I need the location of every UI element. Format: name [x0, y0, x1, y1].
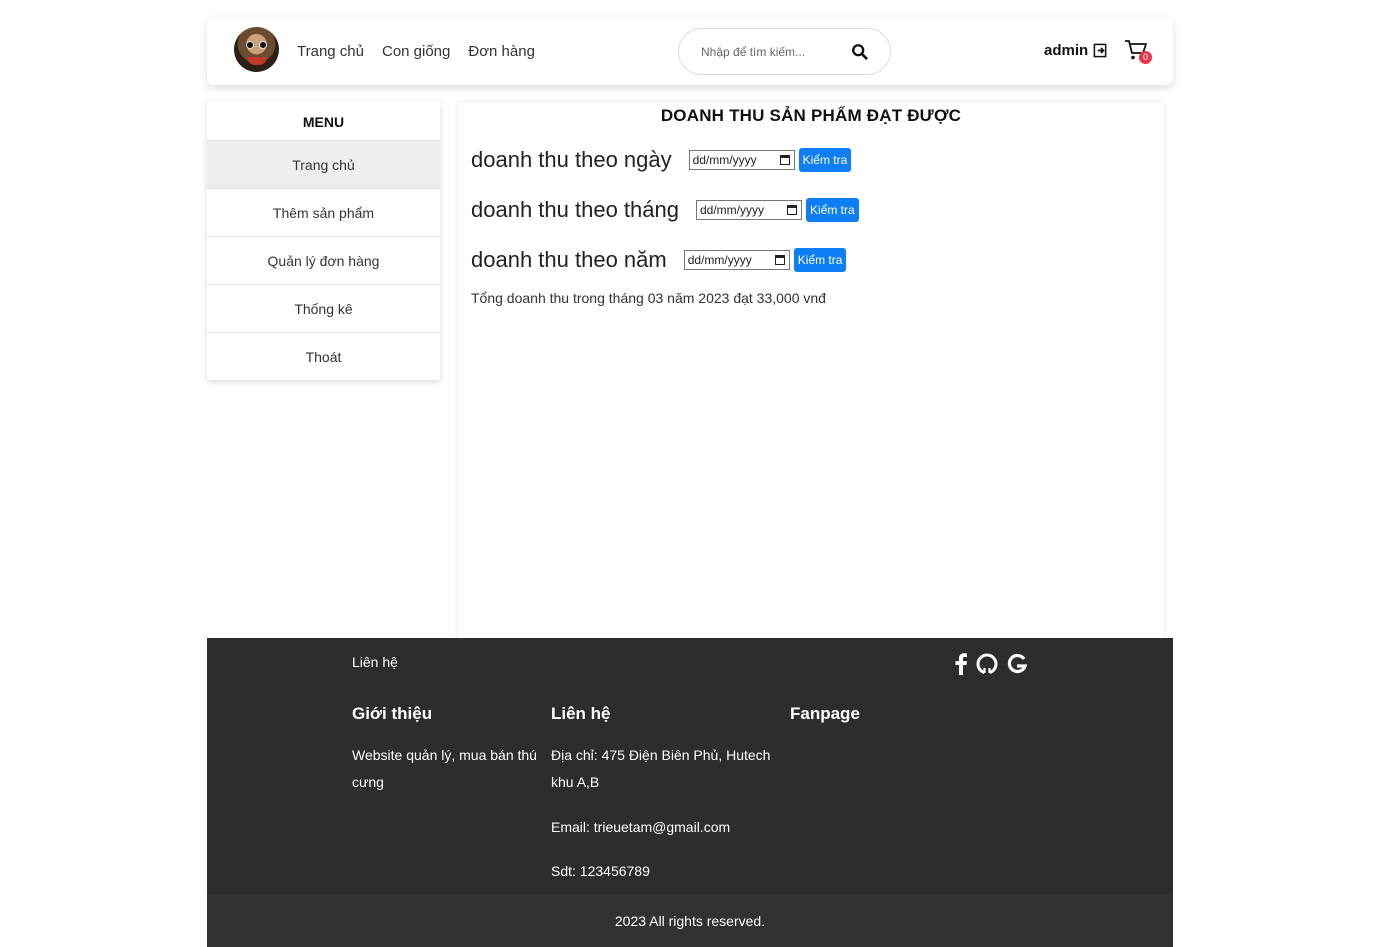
address-text: Địa chỉ: 475 Điện Biên Phủ, Hutech khu A…: [551, 747, 771, 790]
cart-button[interactable]: 0: [1124, 39, 1154, 65]
about-heading: Giới thiệu: [352, 704, 433, 723]
nav-link-home[interactable]: Trang chủ: [297, 43, 364, 60]
github-icon[interactable]: [976, 653, 998, 675]
phone-text: Sdt: 123456789: [551, 863, 650, 879]
sidebar-item-logout[interactable]: Thoát: [207, 332, 440, 380]
contact-heading: Liên hệ: [551, 704, 611, 723]
google-icon[interactable]: [1006, 653, 1028, 675]
date-placeholder: dd/mm/yyyy: [692, 153, 757, 167]
email-text: Email: trieuetam@gmail.com: [551, 819, 731, 835]
sidebar-item-order-management[interactable]: Quản lý đơn hàng: [207, 236, 440, 284]
check-day-button[interactable]: Kiểm tra: [798, 148, 852, 172]
search-box: [678, 28, 891, 75]
revenue-by-month-label: doanh thu theo tháng: [471, 197, 679, 222]
sidebar-item-statistics[interactable]: Thống kê: [207, 284, 440, 332]
month-date-input[interactable]: dd/mm/yyyy: [695, 200, 802, 220]
revenue-panel: DOANH THU SẢN PHẨM ĐẠT ĐƯỢC doanh thu th…: [458, 102, 1164, 638]
cart-count-badge: 0: [1139, 51, 1152, 64]
footer-contact-link[interactable]: Liên hệ: [352, 654, 398, 670]
nav-link-breeds[interactable]: Con giống: [382, 43, 450, 60]
site-logo[interactable]: [234, 27, 279, 72]
social-links: [954, 653, 1028, 675]
sidebar-item-home[interactable]: Trang chủ: [207, 140, 440, 188]
logo-eye-right: [259, 41, 267, 49]
logout-icon[interactable]: [1093, 43, 1108, 58]
main-nav: Trang chủ Con giống Đơn hàng: [297, 43, 535, 60]
revenue-by-year-row: doanh thu theo năm dd/mm/yyyy Kiểm tra: [471, 247, 847, 273]
about-text: Website quản lý, mua bán thú cưng: [352, 747, 537, 790]
logo-mouth: [247, 57, 267, 65]
calendar-icon[interactable]: [779, 155, 790, 165]
check-year-button[interactable]: Kiểm tra: [793, 248, 847, 272]
date-placeholder: dd/mm/yyyy: [699, 203, 764, 217]
fanpage-heading: Fanpage: [790, 704, 860, 723]
revenue-by-month-row: doanh thu theo tháng dd/mm/yyyy Kiểm tra: [471, 197, 859, 223]
logo-eye-left: [246, 41, 254, 49]
admin-sidebar: MENU Trang chủ Thêm sản phẩm Quản lý đơn…: [207, 102, 440, 380]
revenue-by-day-row: doanh thu theo ngày dd/mm/yyyy Kiểm tra: [471, 147, 852, 173]
user-menu[interactable]: admin: [1044, 42, 1108, 59]
copyright-bar: 2023 All rights reserved.: [207, 894, 1173, 947]
revenue-by-year-label: doanh thu theo năm: [471, 247, 667, 272]
date-placeholder: dd/mm/yyyy: [687, 253, 752, 267]
calendar-icon[interactable]: [774, 255, 785, 265]
calendar-icon[interactable]: [786, 205, 797, 215]
facebook-icon[interactable]: [954, 653, 968, 675]
menu-title: MENU: [302, 114, 345, 130]
search-icon[interactable]: [851, 43, 869, 61]
page-title: DOANH THU SẢN PHẨM ĐẠT ĐƯỢC: [660, 106, 962, 125]
nav-link-orders[interactable]: Đơn hàng: [468, 43, 535, 60]
sidebar-item-add-product[interactable]: Thêm sản phẩm: [207, 188, 440, 236]
site-footer: Liên hệ Giới thiệu Website quản lý, mua …: [207, 638, 1173, 947]
search-input[interactable]: [701, 44, 851, 59]
copyright-text: 2023 All rights reserved.: [614, 913, 766, 929]
day-date-input[interactable]: dd/mm/yyyy: [688, 150, 795, 170]
top-navbar: Trang chủ Con giống Đơn hàng admin 0: [207, 17, 1173, 85]
revenue-result-text: Tổng doanh thu trong tháng 03 năm 2023 đ…: [471, 290, 826, 306]
year-date-input[interactable]: dd/mm/yyyy: [683, 250, 790, 270]
revenue-by-day-label: doanh thu theo ngày: [471, 147, 672, 172]
username: admin: [1044, 42, 1089, 59]
check-month-button[interactable]: Kiểm tra: [805, 198, 859, 222]
